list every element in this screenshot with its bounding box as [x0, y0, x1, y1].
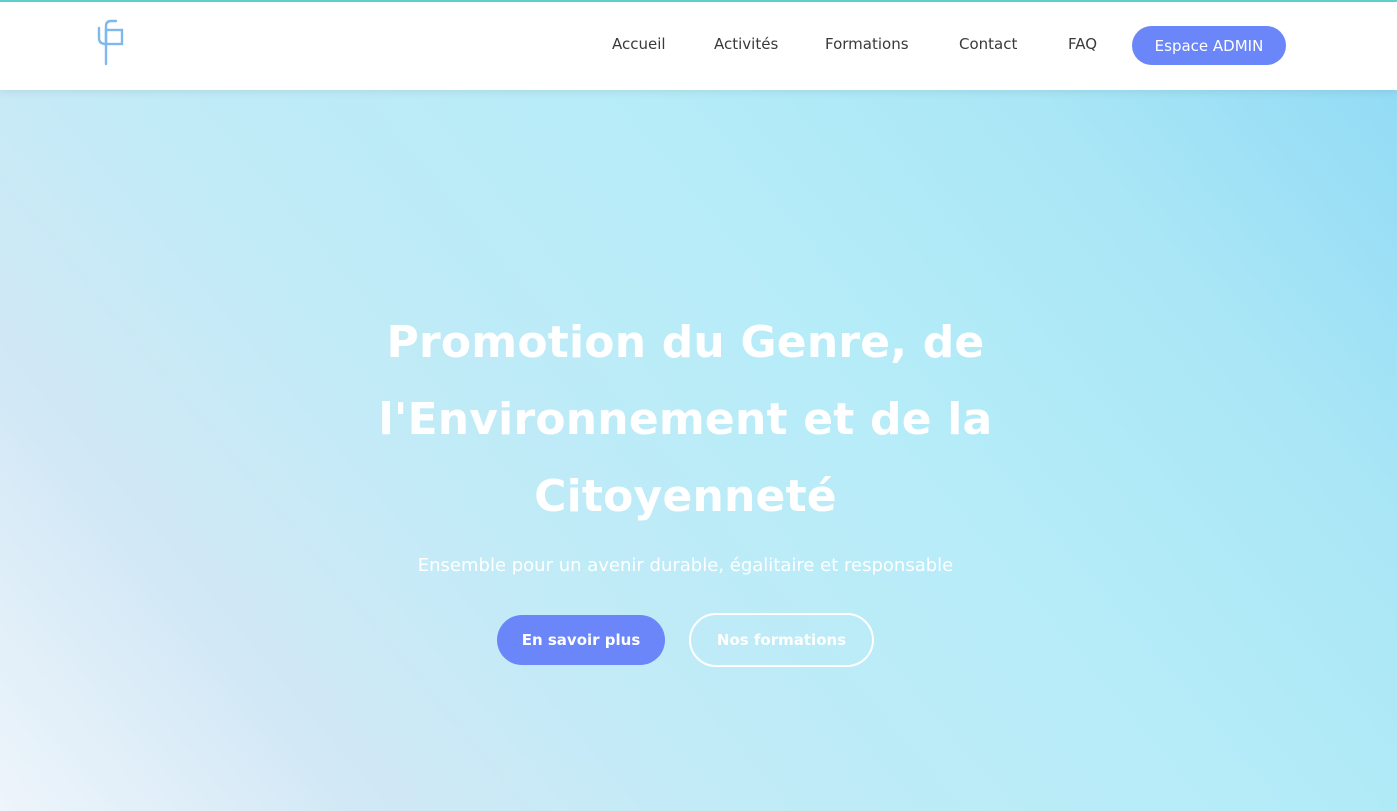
nav-link-activites[interactable]: Activités: [714, 35, 778, 53]
our-trainings-button[interactable]: Nos formations: [689, 613, 874, 667]
nav-link-contact[interactable]: Contact: [959, 35, 1017, 53]
hero-section: Promotion du Genre, de l'Environnement e…: [0, 90, 1397, 811]
admin-space-button[interactable]: Espace ADMIN: [1132, 26, 1286, 65]
navbar: Accueil Activités Formations Contact FAQ…: [0, 2, 1397, 90]
hero-title-line-2: l'Environnement et de la: [378, 394, 993, 445]
learn-more-button[interactable]: En savoir plus: [497, 615, 665, 665]
hero-title: Promotion du Genre, de l'Environnement e…: [348, 304, 1023, 535]
nav-link-faq[interactable]: FAQ: [1068, 35, 1097, 53]
hero-title-line-1: Promotion du Genre, de: [386, 317, 985, 368]
hero-title-line-3: Citoyenneté: [534, 471, 837, 522]
nav-link-accueil[interactable]: Accueil: [612, 35, 666, 53]
hero-subtitle: Ensemble pour un avenir durable, égalita…: [417, 555, 954, 576]
nav-link-formations[interactable]: Formations: [825, 35, 909, 53]
